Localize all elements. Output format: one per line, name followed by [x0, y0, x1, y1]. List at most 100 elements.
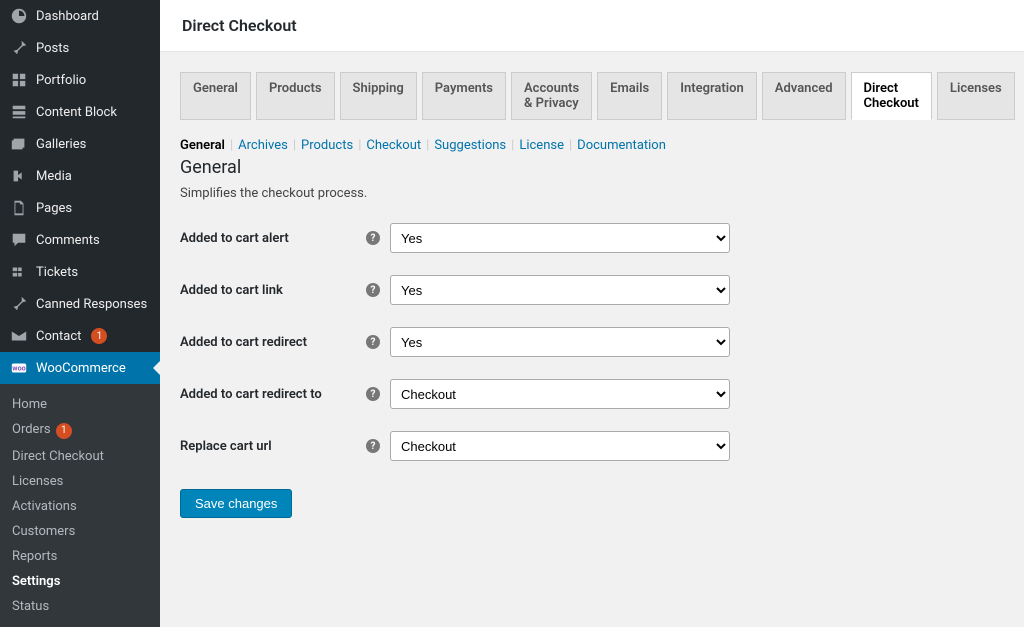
help-icon[interactable]: ?: [366, 283, 380, 297]
subnav-link-general: General: [180, 138, 225, 153]
sidebar-item-posts[interactable]: Posts: [0, 32, 160, 64]
page-title: Direct Checkout: [160, 0, 1024, 52]
save-button[interactable]: Save changes: [180, 489, 292, 518]
page-body: GeneralProductsShippingPaymentsAccounts …: [160, 52, 1024, 548]
form-row-label: Added to cart alert?: [180, 231, 390, 246]
sidebar-subitem[interactable]: Status: [0, 594, 160, 619]
form-select[interactable]: Yes: [390, 327, 730, 357]
subnav-link-archives[interactable]: Archives: [238, 138, 288, 153]
form-row-label: Added to cart link?: [180, 283, 390, 298]
sidebar-subitem-label: Status: [12, 599, 49, 614]
form-select[interactable]: Checkout: [390, 431, 730, 461]
help-icon[interactable]: ?: [366, 439, 380, 453]
mail-icon: [10, 327, 28, 345]
tab-licenses[interactable]: Licenses: [937, 72, 1015, 120]
tab-advanced[interactable]: Advanced: [762, 72, 846, 120]
sidebar-subitem[interactable]: Activations: [0, 494, 160, 519]
comment-icon: [10, 231, 28, 249]
tab-payments[interactable]: Payments: [422, 72, 506, 120]
sidebar-subitem-label: Licenses: [12, 474, 63, 489]
form-select[interactable]: Checkout: [390, 379, 730, 409]
tab-integration[interactable]: Integration: [667, 72, 757, 120]
sidebar-item-woocommerce[interactable]: wooWooCommerce: [0, 352, 160, 384]
woo-icon: woo: [10, 359, 28, 377]
sidebar-item-label: Posts: [36, 41, 69, 56]
settings-tabs: GeneralProductsShippingPaymentsAccounts …: [180, 72, 1004, 120]
sidebar-item-label: Content Block: [36, 105, 117, 120]
help-icon[interactable]: ?: [366, 387, 380, 401]
tab-shipping[interactable]: Shipping: [340, 72, 417, 120]
sidebar-item-label: Tickets: [36, 265, 78, 280]
sidebar-item-label: Canned Responses: [36, 297, 147, 312]
sidebar-item-galleries[interactable]: Galleries: [0, 128, 160, 160]
tab-general[interactable]: General: [180, 72, 251, 120]
pin-icon: [10, 39, 28, 57]
subnav-link-suggestions[interactable]: Suggestions: [434, 138, 506, 153]
sidebar-subitem[interactable]: Licenses: [0, 469, 160, 494]
form-row-label: Replace cart url?: [180, 439, 390, 454]
sidebar-subitem-label: Activations: [12, 499, 77, 514]
tab-accounts-privacy[interactable]: Accounts & Privacy: [511, 72, 592, 120]
form-row: Added to cart redirect to?Checkout: [180, 379, 1004, 409]
pin-icon: [10, 295, 28, 313]
tab-direct-checkout[interactable]: Direct Checkout: [851, 72, 932, 120]
media-icon: [10, 167, 28, 185]
sidebar-item-portfolio[interactable]: Portfolio: [0, 64, 160, 96]
sidebar-item-media[interactable]: Media: [0, 160, 160, 192]
sidebar-subitem[interactable]: Customers: [0, 519, 160, 544]
subnav-link-documentation[interactable]: Documentation: [577, 138, 666, 153]
subnav-separator: |: [421, 138, 434, 153]
subnav-separator: |: [225, 138, 238, 153]
sidebar-item-label: Dashboard: [36, 9, 99, 24]
form-row: Added to cart alert?Yes: [180, 223, 1004, 253]
svg-text:woo: woo: [12, 364, 25, 373]
sidebar-item-contact[interactable]: Contact1: [0, 320, 160, 352]
ticket-icon: [10, 263, 28, 281]
settings-form: Added to cart alert?YesAdded to cart lin…: [180, 223, 1004, 461]
sidebar-subitem[interactable]: Direct Checkout: [0, 444, 160, 469]
sidebar-item-label: Pages: [36, 201, 72, 216]
sidebar-item-dashboard[interactable]: Dashboard: [0, 0, 160, 32]
sidebar-subitem-label: Direct Checkout: [12, 449, 104, 464]
sidebar-item-label: Contact: [36, 329, 81, 344]
subnav-link-products[interactable]: Products: [301, 138, 353, 153]
tab-products[interactable]: Products: [256, 72, 335, 120]
sidebar-item-canned[interactable]: Canned Responses: [0, 288, 160, 320]
form-row: Added to cart link?Yes: [180, 275, 1004, 305]
sidebar-subitem[interactable]: Settings: [0, 569, 160, 594]
section-description: Simplifies the checkout process.: [180, 186, 1004, 201]
subnav-link-checkout[interactable]: Checkout: [366, 138, 421, 153]
sidebar-subitem-label: Customers: [12, 524, 75, 539]
section-title: General: [180, 157, 1004, 178]
form-row: Added to cart redirect?Yes: [180, 327, 1004, 357]
subnav-link-license[interactable]: License: [519, 138, 564, 153]
subnav-separator: |: [288, 138, 301, 153]
block-icon: [10, 103, 28, 121]
sidebar-item-content-block[interactable]: Content Block: [0, 96, 160, 128]
help-icon[interactable]: ?: [366, 231, 380, 245]
sidebar-item-comments[interactable]: Comments: [0, 224, 160, 256]
help-icon[interactable]: ?: [366, 335, 380, 349]
content-area: Direct Checkout GeneralProductsShippingP…: [160, 0, 1024, 598]
form-select[interactable]: Yes: [390, 275, 730, 305]
grid-icon: [10, 71, 28, 89]
pages-icon: [10, 199, 28, 217]
sidebar-subitem-label: Settings: [12, 574, 60, 589]
sidebar-item-pages[interactable]: Pages: [0, 192, 160, 224]
form-select[interactable]: Yes: [390, 223, 730, 253]
images-icon: [10, 135, 28, 153]
sidebar-item-tickets[interactable]: Tickets: [0, 256, 160, 288]
form-row: Replace cart url?Checkout: [180, 431, 1004, 461]
sidebar-subitem[interactable]: Orders 1: [0, 417, 160, 444]
sidebar-subitem[interactable]: Reports: [0, 544, 160, 569]
sidebar-subitem-label: Home: [12, 397, 47, 412]
tab-emails[interactable]: Emails: [597, 72, 662, 120]
sidebar-badge: 1: [56, 423, 72, 439]
sidebar-subitem-label: Reports: [12, 549, 57, 564]
sidebar-item-label: Galleries: [36, 137, 86, 152]
sidebar-subitem[interactable]: Home: [0, 392, 160, 417]
dashboard-icon: [10, 7, 28, 25]
sidebar-subitem-label: Orders: [12, 422, 51, 437]
form-row-label: Added to cart redirect to?: [180, 387, 390, 402]
subnav-separator: |: [353, 138, 366, 153]
